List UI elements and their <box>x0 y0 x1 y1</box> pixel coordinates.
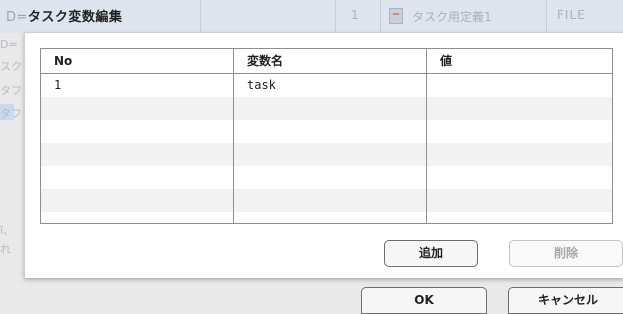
cell-value[interactable] <box>427 212 612 223</box>
background-title-text: タスク変数編集 <box>27 10 123 25</box>
cell-value[interactable] <box>427 166 612 189</box>
cell-variable-name[interactable] <box>234 212 427 223</box>
cell-value[interactable] <box>427 74 612 97</box>
background-column-divider <box>200 0 201 33</box>
grid-header: No 変数名 値 <box>41 49 612 74</box>
cell-variable-name[interactable] <box>234 120 427 143</box>
cell-value[interactable] <box>427 143 612 166</box>
background-left-fragment: タフ <box>0 84 22 97</box>
cell-variable-name[interactable] <box>234 97 427 120</box>
background-left-fragment: D= <box>0 38 18 51</box>
table-row[interactable] <box>41 143 612 166</box>
background-file-type: FILE <box>557 8 586 22</box>
add-button[interactable]: 追加 <box>384 240 478 267</box>
cancel-button[interactable]: キャンセル <box>508 287 623 314</box>
variable-edit-dialog: No 変数名 値 1 task 追加 削除 <box>24 32 623 278</box>
cell-no[interactable] <box>41 189 234 212</box>
column-header-variable-name[interactable]: 変数名 <box>234 49 427 73</box>
background-left-fragment: れ <box>0 243 11 256</box>
background-title: D=タスク変数編集 <box>6 6 122 25</box>
background-left-fragment: タフ <box>0 107 22 120</box>
cell-no[interactable] <box>41 166 234 189</box>
cell-no[interactable]: 1 <box>41 74 234 97</box>
variable-grid: No 変数名 値 1 task <box>40 48 613 224</box>
background-task-definition: タスク用定義1 <box>412 10 492 24</box>
file-icon <box>389 8 403 24</box>
background-column-divider <box>335 0 336 33</box>
cell-no[interactable] <box>41 120 234 143</box>
column-header-no[interactable]: No <box>41 49 234 73</box>
table-row[interactable] <box>41 166 612 189</box>
cell-no[interactable] <box>41 97 234 120</box>
cell-no[interactable] <box>41 143 234 166</box>
cell-variable-name[interactable] <box>234 143 427 166</box>
table-row[interactable] <box>41 97 612 120</box>
table-row[interactable] <box>41 212 612 223</box>
ok-button[interactable]: OK <box>361 287 487 314</box>
background-row-number: 1 <box>351 8 359 22</box>
cell-value[interactable] <box>427 189 612 212</box>
cell-no[interactable] <box>41 212 234 223</box>
background-left-fragment: スク <box>0 60 22 73</box>
table-row[interactable] <box>41 120 612 143</box>
background-title-prefix: D= <box>6 10 28 25</box>
background-column-divider <box>546 0 547 33</box>
cell-variable-name[interactable] <box>234 189 427 212</box>
cell-value[interactable] <box>427 97 612 120</box>
cell-value[interactable] <box>427 120 612 143</box>
background-left-fragment: ī、 <box>0 224 15 237</box>
table-row[interactable] <box>41 189 612 212</box>
background-column-divider <box>380 0 381 33</box>
delete-button[interactable]: 削除 <box>509 240 623 267</box>
cell-variable-name[interactable] <box>234 166 427 189</box>
column-header-value[interactable]: 値 <box>427 49 612 73</box>
cell-variable-name[interactable]: task <box>234 74 427 97</box>
table-row[interactable]: 1 task <box>41 74 612 97</box>
